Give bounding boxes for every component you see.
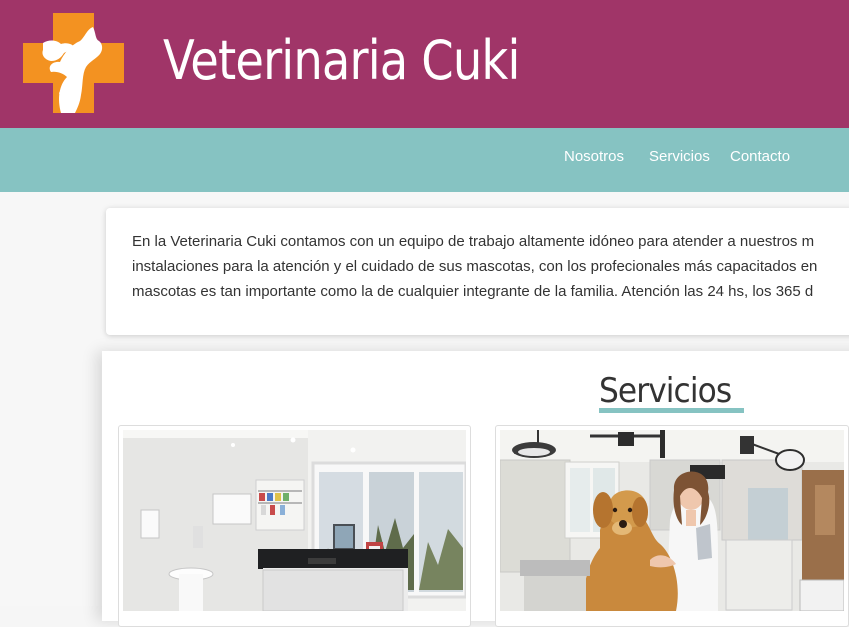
intro-line: mascotas es tan importante como la de cu… — [132, 283, 814, 300]
nav-link-nosotros[interactable]: Nosotros — [564, 147, 624, 167]
nav-link-servicios[interactable]: Servicios — [649, 147, 710, 167]
service-card-clinic[interactable] — [118, 425, 471, 627]
pet-cross-logo-icon[interactable] — [23, 13, 124, 113]
vet-with-dog-photo — [500, 430, 844, 611]
nav-link-contacto[interactable]: Contacto — [730, 147, 790, 167]
clinic-room-photo — [123, 430, 466, 611]
intro-line: instalaciones para la atención y el cuid… — [132, 258, 818, 275]
service-card-vet[interactable] — [495, 425, 849, 627]
site-header: Veterinaria Cuki — [0, 0, 849, 128]
site-title[interactable]: Veterinaria Cuki — [163, 28, 520, 94]
services-heading-underline — [599, 408, 744, 413]
intro-card: En la Veterinaria Cuki contamos con un e… — [106, 208, 849, 335]
intro-paragraph: En la Veterinaria Cuki contamos con un e… — [132, 229, 849, 304]
main-nav: Nosotros Servicios Contacto — [0, 128, 849, 192]
intro-line: En la Veterinaria Cuki contamos con un e… — [132, 233, 815, 250]
